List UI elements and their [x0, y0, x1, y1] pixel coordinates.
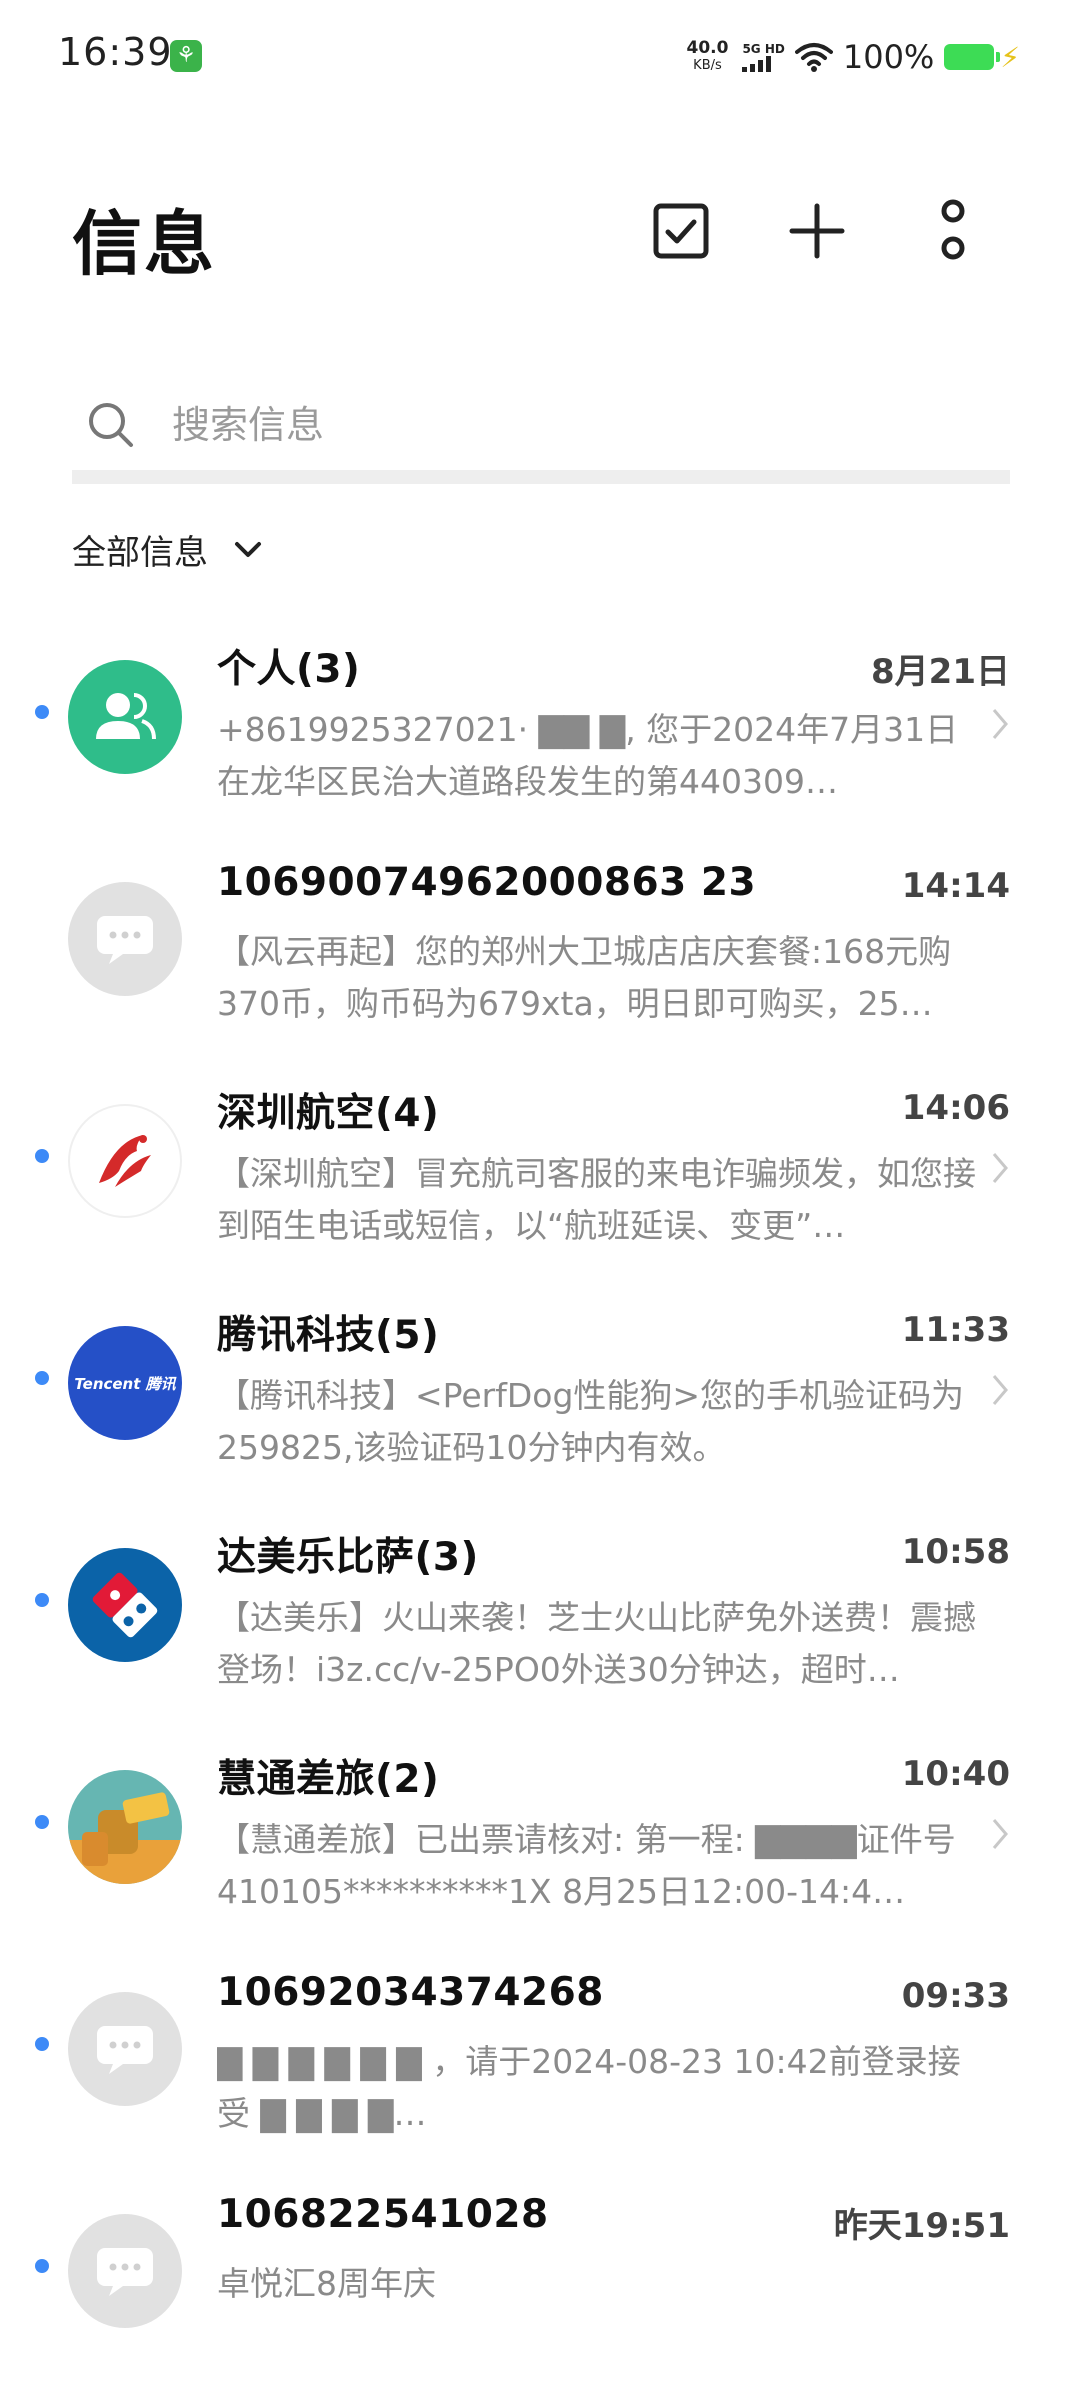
message-snippet: 【慧通差旅】已出票请核对: 第一程: ▇▇▇▇证件号410105********…: [217, 1820, 956, 1911]
net-speed: 40.0 KB/s: [687, 39, 729, 75]
chevron-down-icon: [235, 541, 261, 557]
chevron-right-icon: [992, 1819, 1008, 1849]
sender-name: 深圳航空(4): [217, 1091, 440, 1136]
select-checkbox-icon[interactable]: [646, 196, 716, 266]
message-time: 14:06: [901, 1088, 1010, 1128]
shenzhen-airlines-logo: [68, 1104, 182, 1218]
message-snippet: 【腾讯科技】<PerfDog性能狗>您的手机验证码为259825,该验证码10分…: [217, 1376, 965, 1467]
conversation-item[interactable]: 达美乐比萨(3) 10:58 【达美乐】火山来袭！芝士火山比萨免外送费！震撼登场…: [0, 1500, 1080, 1722]
sender-name: 10690074962000863 23: [217, 860, 757, 905]
conversation-item[interactable]: 个人(3) 8月21日 +8619925327021· ▇▇ ▇, 您于2024…: [0, 612, 1080, 834]
charging-icon: ⚡: [1000, 40, 1020, 74]
sms-avatar-icon: [68, 2214, 182, 2328]
contact-avatar-icon: [68, 660, 182, 774]
conversation-item[interactable]: Tencent 腾讯 腾讯科技(5) 11:33 【腾讯科技】<PerfDog性…: [0, 1278, 1080, 1500]
sender-name: 腾讯科技(5): [217, 1313, 440, 1358]
cellular-signal-icon: 5G HD: [742, 41, 785, 72]
page-title: 信息: [72, 203, 216, 285]
tencent-logo-text: Tencent 腾讯: [74, 1374, 176, 1393]
sms-avatar-icon: [68, 882, 182, 996]
filter-dropdown[interactable]: 全部信息: [72, 525, 262, 574]
sender-name: 达美乐比萨(3): [217, 1535, 479, 1580]
unread-dot: [35, 705, 49, 719]
filter-label: 全部信息: [72, 533, 208, 573]
conversation-item[interactable]: 10692034374268 09:33 ▇ ▇ ▇ ▇ ▇ ▇ ，请于2024…: [0, 1944, 1080, 2166]
message-time: 10:40: [901, 1754, 1010, 1794]
unread-dot: [35, 2037, 49, 2051]
chevron-right-icon: [992, 1375, 1008, 1405]
unread-dot: [35, 1149, 49, 1163]
chevron-right-icon: [992, 1153, 1008, 1183]
search-bar[interactable]: [72, 380, 1010, 484]
sender-name: 慧通差旅(2): [217, 1757, 440, 1802]
status-time: 16:39: [58, 30, 173, 74]
message-time: 8月21日: [871, 652, 1010, 692]
message-snippet: 【风云再起】您的郑州大卫城店店庆套餐:168元购370币，购币码为679xta，…: [217, 932, 952, 1023]
sender-name: 个人(3): [217, 647, 361, 692]
sender-name: 106822541028: [217, 2192, 549, 2237]
conversation-item[interactable]: 10690074962000863 23 14:14 【风云再起】您的郑州大卫城…: [0, 834, 1080, 1056]
unread-dot: [35, 1593, 49, 1607]
message-time: 14:14: [901, 866, 1010, 906]
net-speed-value: 40.0: [686, 38, 729, 58]
message-time: 11:33: [901, 1310, 1010, 1350]
travel-avatar: [68, 1770, 182, 1884]
unread-dot: [35, 1371, 49, 1385]
message-snippet: +8619925327021· ▇▇ ▇, 您于2024年7月31日在龙华区民治…: [217, 710, 959, 801]
net-speed-unit: KB/s: [693, 58, 722, 73]
battery-percent: 100%: [842, 38, 935, 76]
message-time: 10:58: [901, 1532, 1010, 1572]
search-icon: [89, 403, 133, 447]
message-snippet: 【达美乐】火山来袭！芝士火山比萨免外送费！震撼登场！i3z.cc/v-25PO0…: [217, 1598, 976, 1689]
sender-name: 10692034374268: [217, 1970, 604, 2015]
dominos-logo: [68, 1548, 182, 1662]
conversation-list: 个人(3) 8月21日 +8619925327021· ▇▇ ▇, 您于2024…: [0, 612, 1080, 2388]
add-icon[interactable]: [782, 196, 852, 266]
unread-dot: [35, 2259, 49, 2273]
chevron-right-icon: [992, 709, 1008, 739]
conversation-item[interactable]: 106822541028 昨天19:51 卓悦汇8周年庆: [0, 2166, 1080, 2388]
message-time: 昨天19:51: [833, 2206, 1010, 2246]
battery-icon: [944, 44, 1001, 70]
more-vertical-icon[interactable]: [918, 196, 988, 266]
search-input[interactable]: [170, 402, 874, 448]
conversation-item[interactable]: 深圳航空(4) 14:06 【深圳航空】冒充航司客服的来电诈骗频发，如您接到陌生…: [0, 1056, 1080, 1278]
notification-app-icon: ⚘: [170, 40, 202, 72]
message-snippet: 卓悦汇8周年庆: [217, 2264, 436, 2303]
message-snippet: 【深圳航空】冒充航司客服的来电诈骗频发，如您接到陌生电话或短信，以“航班延误、变…: [217, 1154, 976, 1245]
conversation-item[interactable]: 慧通差旅(2) 10:40 【慧通差旅】已出票请核对: 第一程: ▇▇▇▇证件号…: [0, 1722, 1080, 1944]
tencent-logo: Tencent 腾讯: [68, 1326, 182, 1440]
sms-avatar-icon: [68, 1992, 182, 2106]
unread-dot: [35, 1815, 49, 1829]
status-right-group: 40.0 KB/s 5G HD 100% ⚡: [687, 32, 1021, 82]
wifi-icon: [794, 43, 833, 72]
status-bar: 16:39 ⚘ 40.0 KB/s 5G HD 100% ⚡: [0, 0, 1080, 110]
message-snippet: ▇ ▇ ▇ ▇ ▇ ▇ ，请于2024-08-23 10:42前登录接受 ▇ ▇…: [217, 2042, 961, 2133]
network-type: 5G HD: [742, 41, 785, 56]
message-time: 09:33: [901, 1976, 1010, 2016]
